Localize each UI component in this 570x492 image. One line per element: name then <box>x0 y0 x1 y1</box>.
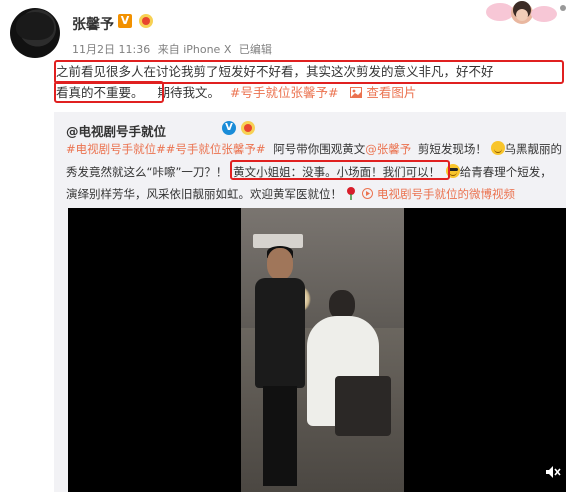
post-source: 来自 iPhone X <box>157 43 232 56</box>
vip-badge-icon <box>241 121 255 135</box>
video-link[interactable]: 电视剧号手就位的微博视频 <box>362 187 515 201</box>
cool-emoji-icon <box>445 164 460 178</box>
topic-link[interactable]: #号手就位张馨予# <box>230 85 338 100</box>
repost-line-3: 演绎别样芳华，风采依旧靓丽如虹。欢迎黄军医就位！ 电视剧号手就位的微博视频 <box>66 186 515 202</box>
view-picture-link[interactable]: 查看图片 <box>350 85 416 100</box>
post-text-line-2: 看真的不重要。 期待我文。 #号手就位张馨予# 查看图片 <box>56 83 416 103</box>
video-link-icon <box>362 188 374 199</box>
barber-legs <box>263 386 297 486</box>
barber-head <box>267 248 293 280</box>
author-name[interactable]: 张馨予 <box>72 14 114 34</box>
repost-line1-text2: 剪短发现场！ <box>417 142 487 156</box>
mute-icon[interactable] <box>544 463 562 481</box>
repost-quote: 黄文小姐姐：没事。小场面！我们可以！ <box>231 165 446 179</box>
post-text-emphasis: 看真的不重要。 <box>56 85 144 100</box>
repost-topics[interactable]: #电视剧号手就位##号手就位张馨予# <box>66 142 266 156</box>
video-link-label: 电视剧号手就位的微博视频 <box>376 187 515 201</box>
smile-emoji-icon <box>490 141 505 155</box>
repost-quote-text: 黄文小姐姐：没事。小场面！我们可以！ <box>233 165 441 179</box>
vip-badge-icon <box>139 14 153 28</box>
post-text-tail: 期待我文。 <box>157 85 221 100</box>
verified-badge-icon: V <box>118 14 132 28</box>
repost-line1-text3: 乌黑靓丽的 <box>504 142 563 156</box>
post-text-line-1: 之前看见很多人在讨论我剪了短发好不好看，其实这次剪发的意义非凡，好不好 <box>56 64 494 79</box>
video-barber <box>249 246 311 488</box>
repost-line3-text: 演绎别样芳华，风采依旧靓丽如虹。欢迎黄军医就位！ <box>66 187 342 201</box>
rose-icon <box>346 187 355 200</box>
post-edited[interactable]: 已编辑 <box>239 43 272 56</box>
video-frame <box>241 208 404 492</box>
video-chair <box>335 376 391 436</box>
blue-verified-icon: V <box>222 121 236 135</box>
repost-line1-text: 阿号带你围观黄文 <box>273 142 366 156</box>
post-meta: 11月2日 11:36 来自 iPhone X 已编辑 <box>72 41 276 57</box>
avatar-hair <box>16 12 54 40</box>
picture-icon <box>350 87 363 98</box>
repost-line2-text2: 给青春理个短发， <box>459 165 552 179</box>
barber-body <box>255 278 305 388</box>
avatar[interactable] <box>10 8 60 58</box>
repost-line-2: 秀发竟然就这么“咔嚓”一刀？！ 黄文小姐姐：没事。小场面！我们可以！ 给青春理个… <box>66 164 552 180</box>
repost-mention[interactable]: @张馨予 <box>365 142 411 156</box>
repost-line-1: #电视剧号手就位##号手就位张馨予# 阿号带你围观黄文@张馨予 剪短发现场！ 乌… <box>66 141 562 157</box>
decoration-banner-icon <box>486 1 566 24</box>
repost-line2-text: 秀发竟然就这么“咔嚓”一刀？！ <box>66 165 228 179</box>
video-player[interactable] <box>68 208 566 492</box>
repost-author[interactable]: @电视剧号手就位 <box>66 121 166 140</box>
view-picture-label: 查看图片 <box>366 85 417 100</box>
post-date[interactable]: 11月2日 11:36 <box>72 43 150 56</box>
